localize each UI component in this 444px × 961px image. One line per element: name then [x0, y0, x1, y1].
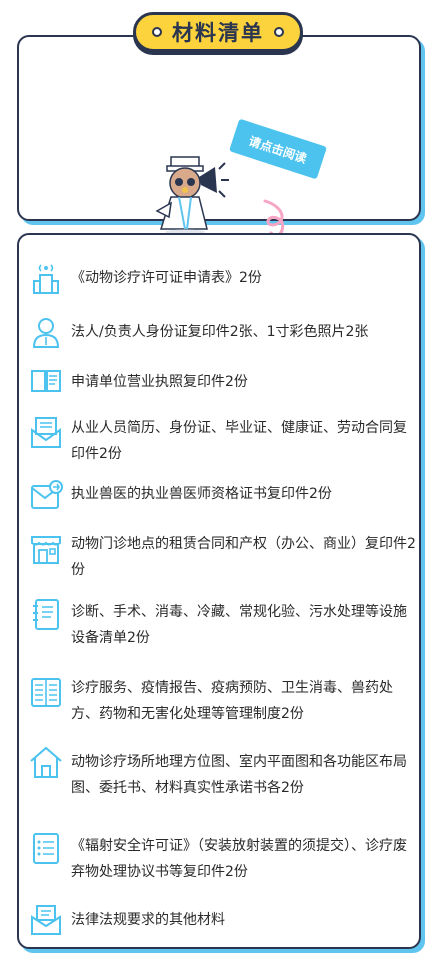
item-text: 动物门诊地点的租赁合同和产权（办公、商业）复印件2份 [71, 536, 416, 578]
page-title: 材料清单 [172, 21, 264, 45]
person-icon [32, 318, 60, 348]
item-text: 法律法规要求的其他材料 [71, 912, 225, 928]
item-text: 申请单位营业执照复印件2份 [71, 374, 248, 390]
item-text: 从业人员简历、身份证、毕业证、健康证、劳动合同复印件2份 [71, 420, 407, 462]
envelope-document-icon [31, 417, 61, 448]
item-text: 《动物诊疗许可证申请表》2份 [71, 270, 262, 286]
left-dot-icon [152, 27, 162, 37]
read-prompt-tag[interactable]: 请点击阅读 [228, 118, 328, 180]
open-book-icon [31, 370, 61, 392]
title-banner: 材料清单 [133, 12, 303, 52]
materials-list: 《动物诊疗许可证申请表》2份 法人/负责人身份证复印件2张、1寸彩色照片2张 申… [17, 233, 421, 949]
intro-card: 请点击阅读 [17, 35, 421, 241]
item-text: 诊疗服务、疫情报告、疫病预防、卫生消毒、兽药处方、药物和无害化处理等管理制度2份 [71, 680, 393, 722]
mascot-illustration [155, 156, 229, 235]
storefront-icon [31, 536, 61, 564]
right-dot-icon [274, 27, 284, 37]
item-text: 《辐射安全许可证》（安装放射装置的须提交）、诊疗废弃物处理协议书等复印件2份 [71, 838, 407, 880]
item-text: 法人/负责人身份证复印件2张、1寸彩色照片2张 [71, 324, 369, 340]
building-signal-icon [33, 264, 59, 294]
item-text: 执业兽医的执业兽医师资格证书复印件2份 [71, 486, 332, 502]
checklist-icon [33, 833, 59, 864]
mail-tray-icon [31, 905, 61, 935]
item-text: 动物诊疗场所地理方位图、室内平面图和各功能区布局图、委托书、材料真实性承诺书各2… [71, 754, 407, 796]
envelope-forward-icon [31, 480, 63, 509]
newspaper-icon [31, 678, 61, 707]
item-text: 诊断、手术、消毒、冷藏、常规化验、污水处理等设施设备清单2份 [71, 604, 407, 646]
notebook-icon [33, 599, 59, 630]
house-icon [30, 746, 62, 778]
